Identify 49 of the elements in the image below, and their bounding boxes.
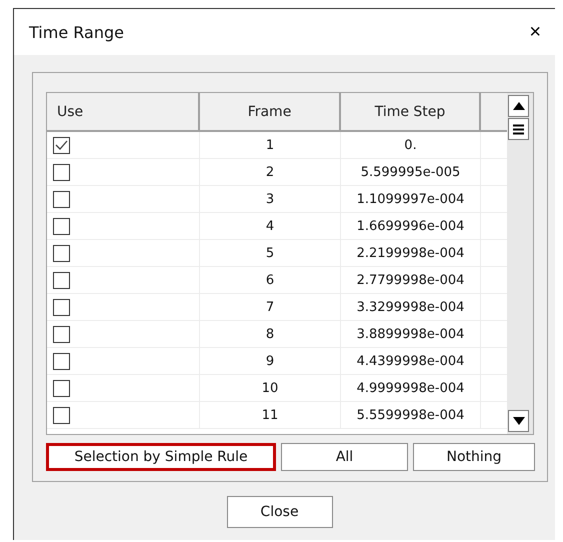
scroll-thumb[interactable] xyxy=(508,118,529,140)
action-button[interactable]: All xyxy=(281,443,408,471)
scroll-up-button[interactable] xyxy=(508,95,529,117)
checkbox[interactable] xyxy=(53,406,70,424)
header-filler xyxy=(481,93,507,130)
table-cell: 1.6699996e-004 xyxy=(341,213,481,239)
table-cell: 4.4399998e-004 xyxy=(341,348,481,374)
checkbox[interactable] xyxy=(53,164,70,180)
table-cell: 4 xyxy=(200,213,341,239)
window-title: Time Range xyxy=(29,22,124,42)
column-header[interactable]: Use xyxy=(47,93,200,130)
close-dialog-button[interactable]: Close xyxy=(226,496,332,528)
table-cell: 6 xyxy=(200,267,341,293)
up-arrow-icon xyxy=(512,102,524,110)
scroll-down-button[interactable] xyxy=(508,410,529,432)
table-cell: 3 xyxy=(200,186,341,212)
checkbox[interactable] xyxy=(53,352,70,370)
checkbox[interactable] xyxy=(53,326,70,342)
table-cell: 11 xyxy=(200,402,341,428)
table-cell: 2.7799998e-004 xyxy=(341,267,481,293)
table-cell: 5.5599998e-004 xyxy=(341,402,481,428)
table-cell: 8 xyxy=(200,321,341,347)
column-header[interactable]: Time Step xyxy=(341,93,481,130)
checkbox[interactable] xyxy=(53,190,70,208)
table-cell: 2 xyxy=(200,159,341,185)
table-cell: 2.2199998e-004 xyxy=(341,240,481,266)
table-cell: 9 xyxy=(200,348,341,374)
table-cell: 0. xyxy=(341,132,481,158)
scrollbar[interactable] xyxy=(507,93,533,434)
action-button[interactable]: Nothing xyxy=(413,443,535,471)
table-cell: 3.3299998e-004 xyxy=(341,294,481,320)
checkbox[interactable] xyxy=(53,298,70,316)
down-arrow-icon xyxy=(512,417,524,425)
table-cell: 1 xyxy=(200,132,341,158)
table-cell: 4.9999998e-004 xyxy=(341,375,481,401)
table-cell: 5.599995e-005 xyxy=(341,159,481,185)
table-cell: 5 xyxy=(200,240,341,266)
table-cell: 10 xyxy=(200,375,341,401)
table-cell: 3.8899998e-004 xyxy=(341,321,481,347)
close-button[interactable]: × xyxy=(529,22,541,42)
checkbox[interactable] xyxy=(53,272,70,288)
checkbox[interactable] xyxy=(53,244,70,262)
table-cell: 1.1099997e-004 xyxy=(341,186,481,212)
checkbox[interactable] xyxy=(53,380,70,396)
table-cell: 7 xyxy=(200,294,341,320)
action-button[interactable]: Selection by Simple Rule xyxy=(46,443,276,471)
column-header[interactable]: Frame xyxy=(200,93,341,130)
checkbox[interactable] xyxy=(53,218,70,234)
checkbox[interactable] xyxy=(53,136,70,154)
